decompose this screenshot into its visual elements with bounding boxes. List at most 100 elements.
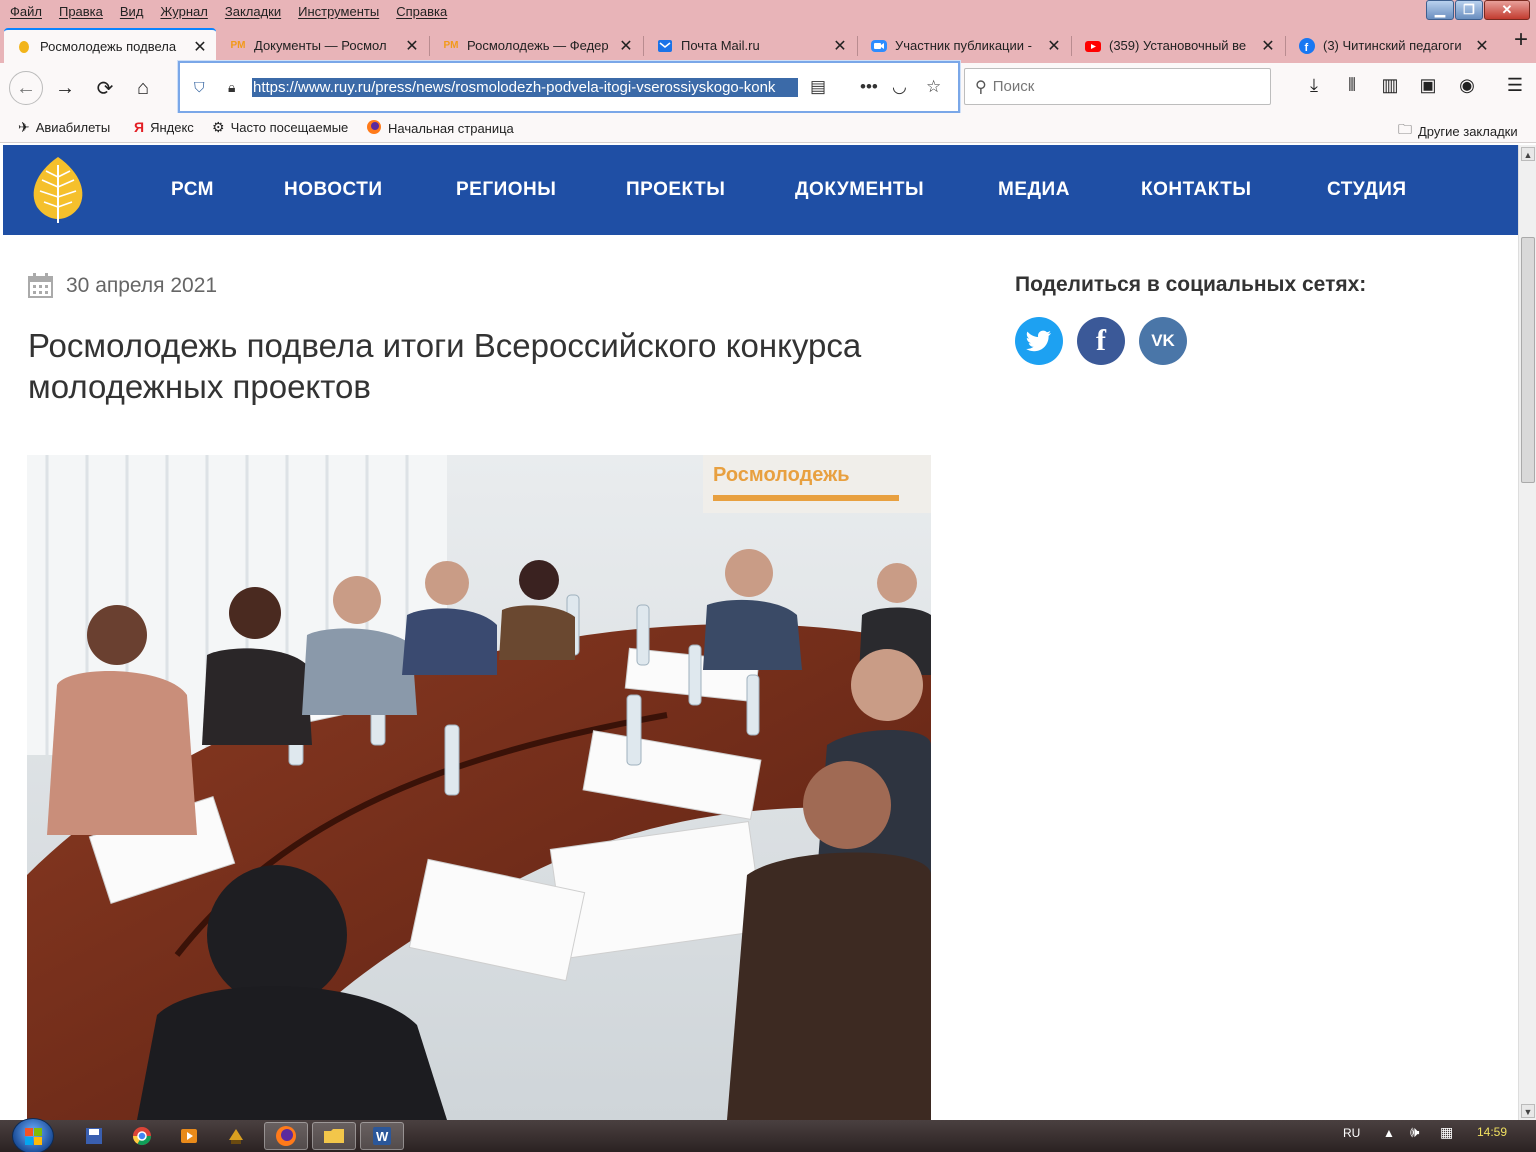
search-field[interactable]: ⚲ Поиск <box>964 68 1271 105</box>
shield-icon[interactable]: ⛉ <box>194 79 218 96</box>
tab-separator <box>1071 36 1072 56</box>
close-icon[interactable]: ✕ <box>1474 38 1490 55</box>
menu-history[interactable]: Журнал <box>150 4 214 19</box>
article-title: Росмолодежь подвела итоги Всероссийского… <box>28 327 862 405</box>
nav-regions[interactable]: РЕГИОНЫ <box>456 179 556 201</box>
nav-studio[interactable]: СТУДИЯ <box>1327 179 1407 201</box>
close-icon[interactable]: ✕ <box>1260 38 1276 55</box>
minimize-button[interactable]: ▁ <box>1426 0 1454 20</box>
nav-projects[interactable]: ПРОЕКТЫ <box>626 179 725 201</box>
nav-rsm[interactable]: РСМ <box>171 179 214 201</box>
menu-file[interactable]: Файл <box>0 4 49 19</box>
nav-media[interactable]: МЕДИА <box>998 179 1070 201</box>
taskbar-word-icon[interactable]: W <box>360 1122 404 1150</box>
bookmark-label: Авиабилеты <box>35 120 111 135</box>
reload-button[interactable]: ⟳ <box>88 71 122 105</box>
close-icon[interactable]: ✕ <box>832 38 848 55</box>
rm-favicon-icon: PM <box>443 40 459 51</box>
nav-documents[interactable]: ДОКУМЕНТЫ <box>795 179 924 201</box>
close-icon[interactable]: ✕ <box>618 38 634 55</box>
nav-contacts[interactable]: КОНТАКТЫ <box>1141 179 1252 201</box>
maximize-button[interactable]: ❐ <box>1455 0 1483 20</box>
taskbar-app-icon[interactable] <box>214 1122 258 1150</box>
scrollbar-thumb[interactable] <box>1521 237 1535 483</box>
nav-news[interactable]: НОВОСТИ <box>284 179 383 201</box>
sidebar-icon[interactable]: ▥ <box>1378 75 1402 96</box>
home-button[interactable]: ⌂ <box>126 71 160 105</box>
facebook-share-button[interactable]: f <box>1077 317 1125 365</box>
bookmark-label: Яндекс <box>150 119 194 135</box>
tab-separator <box>429 36 430 56</box>
back-button[interactable]: ← <box>9 71 43 105</box>
rosmolodezh-logo[interactable] <box>27 155 89 225</box>
twitter-share-button[interactable] <box>1015 317 1063 365</box>
tab-separator <box>643 36 644 56</box>
bookmark-star-icon[interactable]: ☆ <box>926 77 941 97</box>
menu-edit[interactable]: Правка <box>49 4 110 19</box>
taskbar-explorer-icon[interactable] <box>312 1122 356 1150</box>
page-actions-icon[interactable]: ••• <box>860 77 878 97</box>
lock-icon[interactable]: 🔒︎ <box>228 79 248 96</box>
windows-taskbar: W RU ▲ 🕪 ▦ 14:59 <box>0 1118 1536 1152</box>
bookmark-start-page[interactable]: Начальная страница <box>366 119 514 138</box>
clock-time[interactable]: 14:59 <box>1477 1125 1507 1139</box>
tab-strip: Росмолодежь подвела ✕ PM Документы — Рос… <box>0 22 1536 63</box>
close-window-button[interactable]: ✕ <box>1484 0 1530 20</box>
account-icon[interactable]: ◉ <box>1455 75 1479 96</box>
tray-expand-icon[interactable]: ▲ <box>1383 1126 1395 1140</box>
new-tab-button[interactable]: + <box>1514 26 1528 54</box>
network-icon[interactable]: ▦ <box>1440 1124 1453 1141</box>
tab-rosmolodezh-article[interactable]: Росмолодежь подвела ✕ <box>4 28 216 63</box>
tab-rosmolodezh-federal[interactable]: PM Росмолодежь — Федер ✕ <box>431 28 642 63</box>
tab-zoom[interactable]: Участник публикации - ✕ <box>859 28 1070 63</box>
menu-help[interactable]: Справка <box>386 4 454 19</box>
bookmark-most-visited[interactable]: ⚙ Часто посещаемые <box>212 119 348 136</box>
taskbar-media-player-icon[interactable] <box>167 1122 211 1150</box>
start-button[interactable] <box>12 1118 54 1152</box>
youtube-icon <box>1085 38 1101 54</box>
bookmark-label: Другие закладки <box>1418 123 1518 139</box>
downloads-icon[interactable]: ⤓ <box>1302 75 1326 96</box>
search-icon: ⚲ <box>975 78 987 96</box>
facebook-f-icon: f <box>1096 324 1106 357</box>
meeting-photo-illustration: Росмолодежь <box>27 455 931 1120</box>
menu-hamburger-icon[interactable]: ☰ <box>1503 75 1527 96</box>
pocket-icon[interactable]: ◡ <box>892 77 907 97</box>
tab-separator <box>857 36 858 56</box>
taskbar-firefox-icon[interactable] <box>264 1122 308 1150</box>
url-text[interactable]: https://www.ruy.ru/press/news/rosmolodez… <box>252 77 798 97</box>
close-icon[interactable]: ✕ <box>1046 38 1062 55</box>
bookmark-other[interactable]: 🗀 Другие закладки <box>1398 119 1518 143</box>
search-placeholder: Поиск <box>992 78 1035 95</box>
bookmarks-toolbar: ✈ Авиабилеты Я Яндекс ⚙ Часто посещаемые… <box>0 113 1536 143</box>
vertical-scrollbar[interactable]: ▲ ▼ <box>1518 145 1536 1120</box>
tab-label: Почта Mail.ru <box>681 38 760 53</box>
aspen-favicon-icon <box>16 39 32 55</box>
tab-facebook[interactable]: f (3) Читинский педагоги ✕ <box>1287 28 1498 63</box>
library-icon[interactable]: ⫴ <box>1340 75 1364 96</box>
article-date-row: 30 апреля 2021 <box>28 273 217 298</box>
scroll-down-arrow-icon[interactable]: ▼ <box>1521 1104 1535 1118</box>
scroll-up-arrow-icon[interactable]: ▲ <box>1521 147 1535 161</box>
bookmark-aviabilety[interactable]: ✈ Авиабилеты <box>18 119 110 136</box>
svg-text:f: f <box>1305 42 1309 54</box>
tab-documents[interactable]: PM Документы — Росмол ✕ <box>218 28 428 63</box>
menu-bookmarks[interactable]: Закладки <box>215 4 288 19</box>
close-icon[interactable]: ✕ <box>404 38 420 55</box>
tab-youtube[interactable]: (359) Установочный ве ✕ <box>1073 28 1284 63</box>
language-indicator[interactable]: RU <box>1343 1126 1360 1140</box>
volume-icon[interactable]: 🕪 <box>1410 1124 1419 1141</box>
forward-button[interactable]: → <box>48 71 82 105</box>
containers-icon[interactable]: ▣ <box>1416 75 1440 96</box>
bookmark-yandex[interactable]: Я Яндекс <box>134 119 194 135</box>
tab-mail[interactable]: Почта Mail.ru ✕ <box>645 28 856 63</box>
site-header: РСМ НОВОСТИ РЕГИОНЫ ПРОЕКТЫ ДОКУМЕНТЫ МЕ… <box>3 145 1518 235</box>
vk-share-button[interactable]: VK <box>1139 317 1187 365</box>
menu-tools[interactable]: Инструменты <box>288 4 386 19</box>
taskbar-save-icon[interactable] <box>72 1122 116 1150</box>
menu-view[interactable]: Вид <box>110 4 151 19</box>
address-bar[interactable]: ⛉ 🔒︎ https://www.ruy.ru/press/news/rosmo… <box>178 61 960 113</box>
reader-view-icon[interactable]: ▤ <box>810 77 826 97</box>
close-icon[interactable]: ✕ <box>192 39 208 56</box>
taskbar-chrome-icon[interactable] <box>120 1122 164 1150</box>
